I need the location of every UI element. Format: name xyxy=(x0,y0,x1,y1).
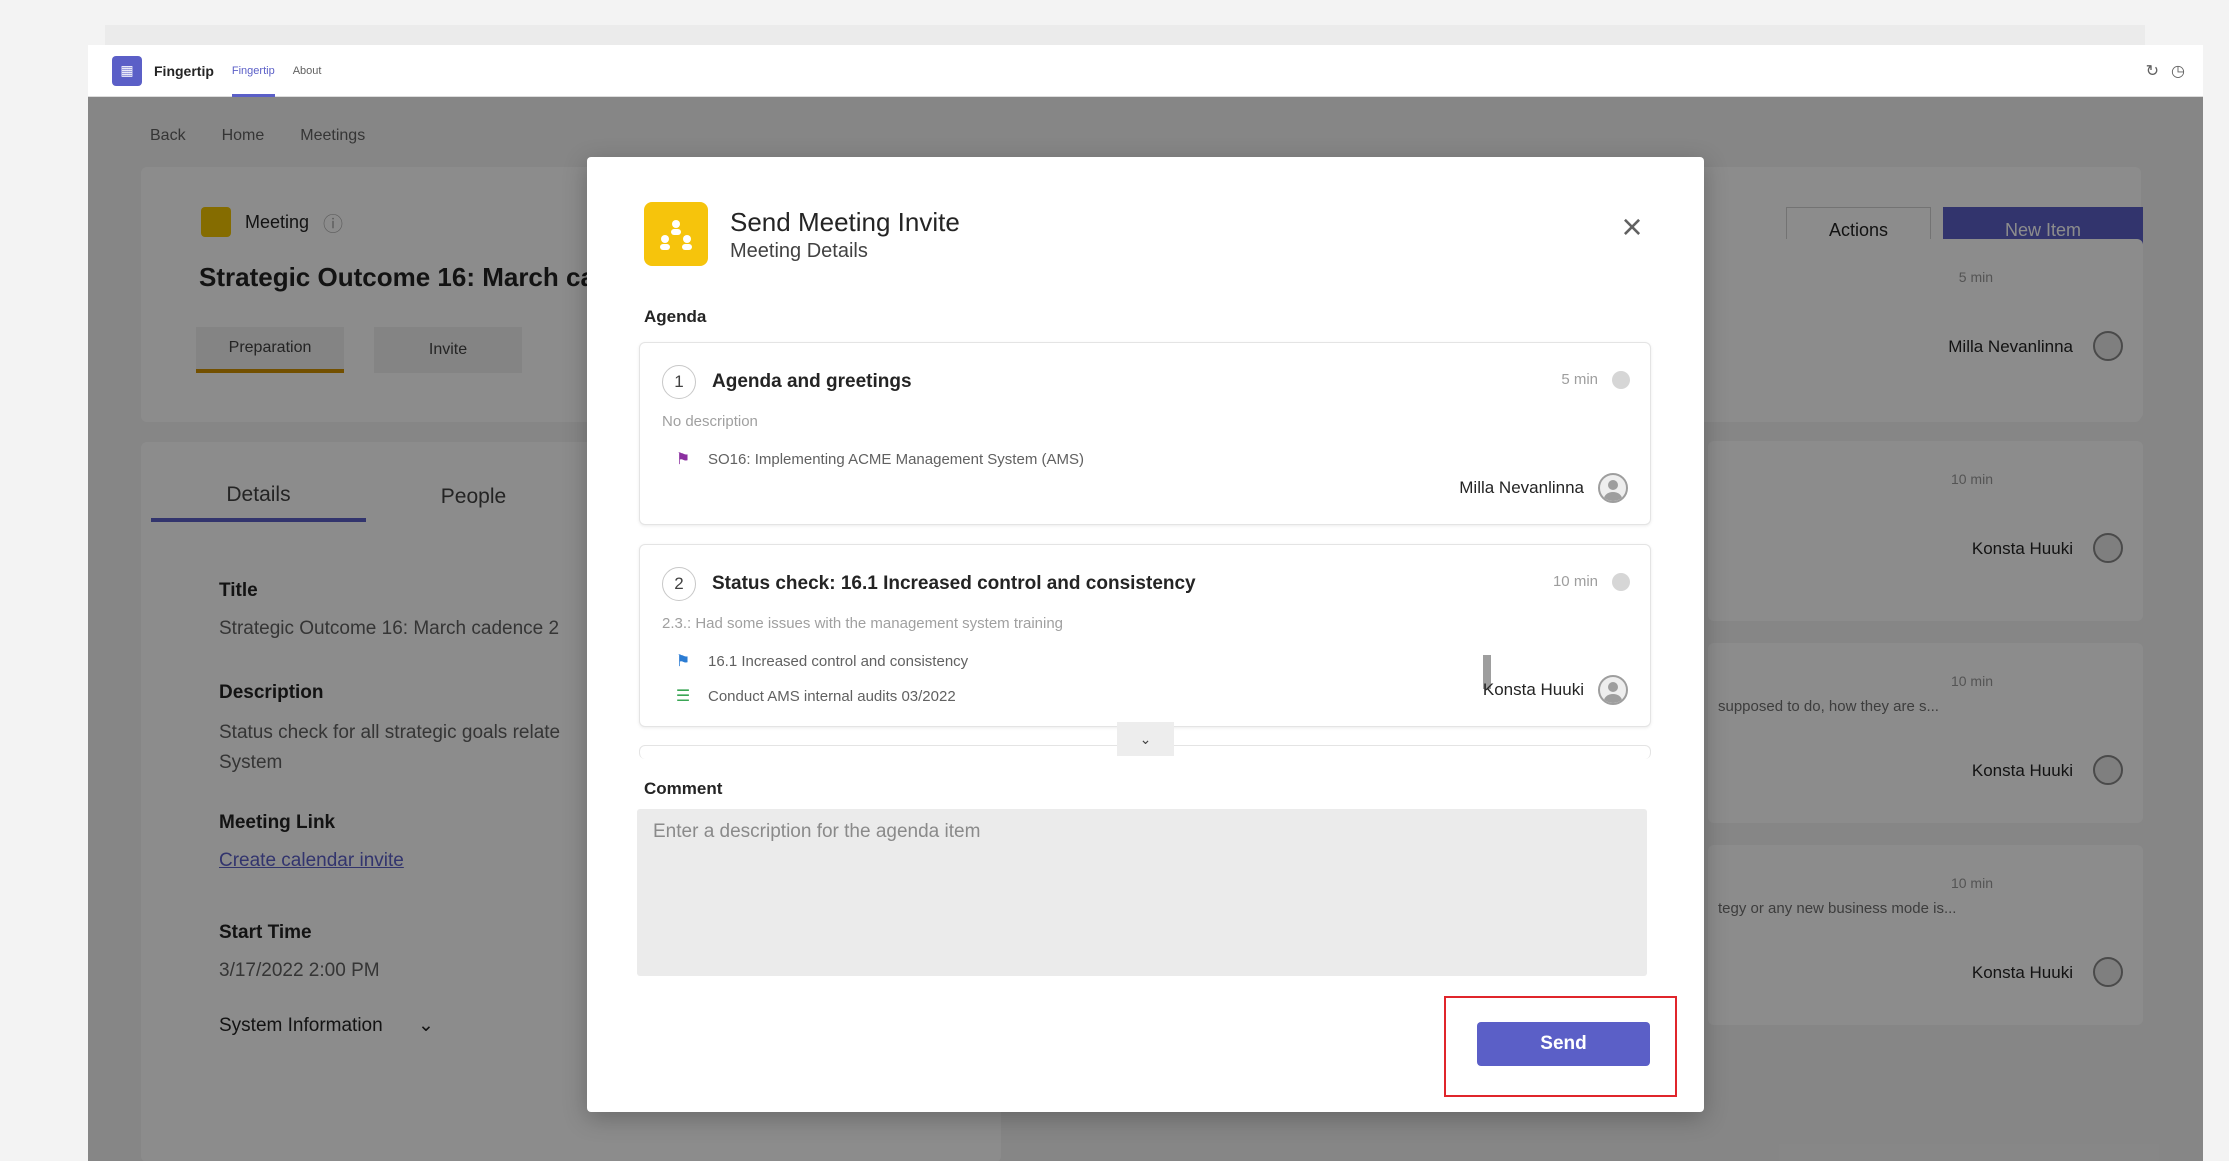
status-dot-icon xyxy=(1612,573,1630,591)
close-icon[interactable]: × xyxy=(1612,206,1652,247)
item-duration: 10 min xyxy=(1552,573,1598,590)
item-title: Status check: 16.1 Increased control and… xyxy=(712,573,1196,594)
item-duration: 5 min xyxy=(1561,371,1598,388)
item-title: Agenda and greetings xyxy=(712,371,912,392)
send-button[interactable]: Send xyxy=(1477,1022,1650,1066)
linked-goal-text: SO16: Implementing ACME Management Syste… xyxy=(708,450,1084,468)
avatar xyxy=(1598,473,1628,503)
avatar xyxy=(1598,675,1628,705)
agenda-item[interactable]: 2 Status check: 16.1 Increased control a… xyxy=(639,544,1651,727)
dialog-title: Send Meeting Invite xyxy=(730,207,960,237)
linked-task[interactable]: ☰ Conduct AMS internal audits 03/2022 xyxy=(674,686,956,706)
send-meeting-invite-dialog: Send Meeting Invite Meeting Details × Ag… xyxy=(587,157,1704,1112)
linked-goal-text: 16.1 Increased control and consistency xyxy=(708,652,969,670)
globe-icon[interactable]: ◷ xyxy=(2171,61,2185,81)
linked-task-text: Conduct AMS internal audits 03/2022 xyxy=(708,687,956,705)
meeting-people-icon xyxy=(644,202,708,266)
task-list-icon: ☰ xyxy=(675,688,691,705)
chevron-down-icon[interactable]: ⌄ xyxy=(1117,722,1174,756)
dialog-subtitle: Meeting Details xyxy=(730,240,868,262)
item-description: 2.3.: Had some issues with the managemen… xyxy=(662,615,1064,632)
item-number: 1 xyxy=(662,365,696,399)
agenda-label: Agenda xyxy=(644,307,707,326)
flag-icon: ⚑ xyxy=(675,653,691,670)
grid-icon[interactable]: ▦ xyxy=(112,55,142,86)
tab-fingertip[interactable]: Fingertip xyxy=(231,45,275,97)
assignee-name: Konsta Huuki xyxy=(1482,680,1584,699)
status-dot-icon xyxy=(1612,371,1630,389)
app-titlebar: ▦ Fingertip Fingertip About ↻ ◷ xyxy=(88,45,2203,97)
assignee-name: Milla Nevanlinna xyxy=(1459,478,1584,497)
comment-input[interactable] xyxy=(637,809,1647,976)
refresh-icon[interactable]: ↻ xyxy=(2146,61,2159,81)
item-number: 2 xyxy=(662,567,696,601)
pin-icon: ⚑ xyxy=(675,451,691,468)
comment-label: Comment xyxy=(644,779,723,798)
linked-goal[interactable]: ⚑ SO16: Implementing ACME Management Sys… xyxy=(674,449,1084,469)
tab-about[interactable]: About xyxy=(293,45,322,97)
agenda-item[interactable]: 1 Agenda and greetings 5 min No descript… xyxy=(639,342,1651,525)
item-description: No description xyxy=(662,413,758,430)
assignee: Konsta Huuki xyxy=(1483,675,1628,705)
linked-goal[interactable]: ⚑ 16.1 Increased control and consistency xyxy=(674,651,968,671)
assignee: Milla Nevanlinna xyxy=(1459,473,1628,503)
outer-frame-top xyxy=(105,25,2145,47)
app-name: Fingertip xyxy=(154,62,214,79)
